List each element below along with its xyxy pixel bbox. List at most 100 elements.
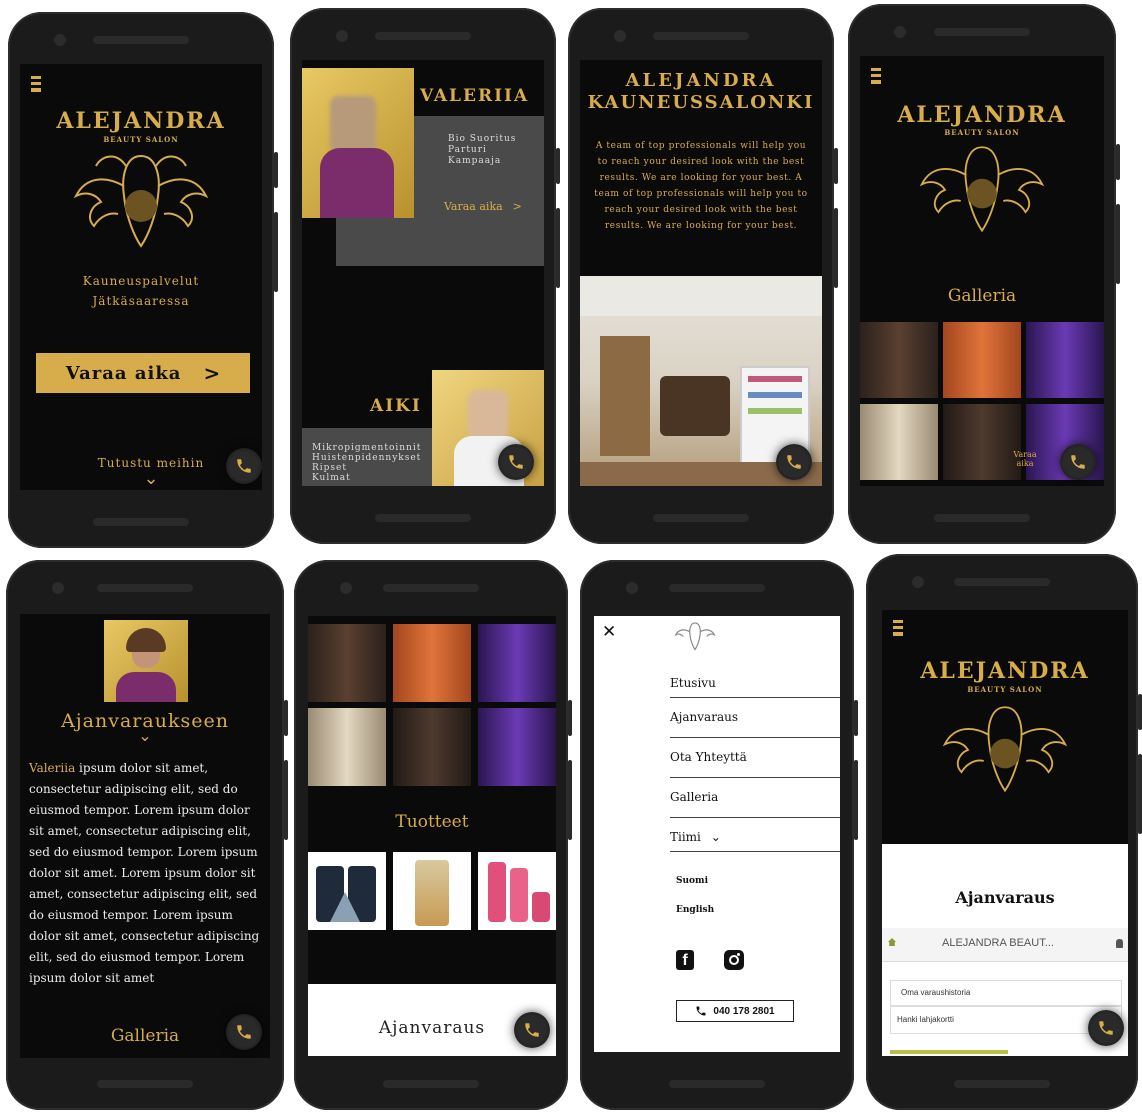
gallery-image-2[interactable]: [393, 624, 471, 702]
phone-icon: [525, 1023, 539, 1037]
close-icon[interactable]: ✕: [602, 622, 616, 642]
home-icon[interactable]: [888, 938, 896, 946]
phone-frame-5: Ajanvaraukseen ⌄ Valeriia ipsum dolor si…: [6, 560, 288, 1110]
book-mini-label[interactable]: Varaa aika: [1010, 450, 1040, 468]
gallery-image-6[interactable]: [478, 708, 556, 786]
aiki-service-3: Ripset: [312, 463, 347, 473]
call-button[interactable]: [226, 1014, 262, 1050]
facebook-icon[interactable]: f: [676, 950, 694, 970]
gallery-screen: ALEJANDRA BEAUTY SALON Galleria Varaa ai…: [860, 56, 1104, 486]
phone-icon: [1099, 1021, 1113, 1035]
products-screen: Tuotteet Ajanvaraus: [308, 616, 556, 1056]
call-button[interactable]: [1088, 1010, 1124, 1046]
aiki-name: AIKI: [370, 396, 422, 416]
phone-frame-4: ALEJANDRA BEAUTY SALON Galleria Varaa ai…: [848, 4, 1120, 544]
menu-item-galleria[interactable]: Galleria: [670, 790, 840, 818]
about-title-line1: ALEJANDRA: [625, 70, 777, 91]
menu-item-tiimi-label: Tiimi: [670, 830, 701, 844]
hamburger-icon[interactable]: [893, 620, 903, 636]
gallery-image-5[interactable]: [393, 708, 471, 786]
gallery-image-4[interactable]: [308, 708, 386, 786]
menu-item-ajanvaraus[interactable]: Ajanvaraus: [670, 710, 840, 738]
hamburger-icon[interactable]: [871, 68, 881, 84]
bio-highlight-name[interactable]: Valeriia: [29, 761, 75, 775]
lang-english[interactable]: English: [676, 905, 714, 915]
lion-emblem-icon: [674, 622, 716, 651]
valeriia-book-link[interactable]: Varaa aika >: [444, 200, 522, 213]
lang-suomi[interactable]: Suomi: [676, 876, 708, 886]
gallery-image-2[interactable]: [943, 322, 1021, 398]
menu-item-etusivu[interactable]: Etusivu: [670, 676, 840, 698]
book-button-label: Varaa aika: [65, 362, 182, 384]
phone-frame-3: ALEJANDRA KAUNEUSSALONKI A team of top p…: [568, 8, 838, 544]
phone-icon: [1071, 455, 1085, 469]
menu-screen: ✕ Etusivu Ajanvaraus Ota Yhteyttä Galler…: [594, 616, 840, 1052]
tagline-line1: Kauneuspalvelut: [82, 274, 200, 288]
aiki-service-4: Kulmat: [312, 473, 351, 483]
book-button[interactable]: Varaa aika >: [36, 353, 250, 393]
scroll-accent: [890, 1050, 1008, 1054]
bio-body: ipsum dolor sit amet, consectetur adipis…: [29, 761, 260, 985]
brand-name: ALEJANDRA: [897, 102, 1067, 128]
phone-frame-8: ALEJANDRA BEAUTY SALON Ajanvaraus ALEJAN…: [866, 554, 1142, 1110]
menu-item-tiimi[interactable]: Tiimi ⌄: [670, 830, 840, 852]
home-screen: ALEJANDRA BEAUTY SALON Kauneuspalvelut J…: [20, 64, 262, 490]
about-description: A team of top professionals will help yo…: [594, 141, 808, 231]
phone-icon: [787, 455, 801, 469]
gallery-image-3[interactable]: [478, 624, 556, 702]
valeriia-name: VALERIIA: [420, 86, 530, 106]
staff-profile-screen: Ajanvaraukseen ⌄ Valeriia ipsum dolor si…: [20, 614, 270, 1058]
lion-emblem-icon: [919, 146, 1045, 233]
phone-frame-6: Tuotteet Ajanvaraus: [294, 560, 572, 1110]
product-image-2[interactable]: [393, 852, 471, 930]
gallery-image-1[interactable]: [308, 624, 386, 702]
booking-title: Ajanvaraus: [955, 888, 1055, 907]
call-button[interactable]: [514, 1012, 550, 1048]
phone-number-button[interactable]: 040 178 2801: [676, 1000, 794, 1022]
phone-icon: [237, 1025, 251, 1039]
menu-item-ota-yhteytta[interactable]: Ota Yhteyttä: [670, 750, 840, 778]
history-link[interactable]: Oma varaushistoria: [890, 980, 1122, 1006]
aiki-service-1: Mikropigmentoinnit: [312, 443, 422, 453]
phone-frame-1: ALEJANDRA BEAUTY SALON Kauneuspalvelut J…: [8, 12, 278, 548]
call-button[interactable]: [776, 444, 812, 480]
phone-number: 040 178 2801: [713, 1005, 775, 1017]
bio-text: Valeriia ipsum dolor sit amet, consectet…: [29, 758, 265, 989]
brand-name: ALEJANDRA: [920, 658, 1090, 684]
giftcard-label: Hanki lahjakortti: [897, 1015, 954, 1024]
brand-subtitle: BEAUTY SALON: [967, 685, 1043, 694]
lion-emblem-icon: [73, 154, 209, 248]
tagline-line2: Jätkäsaaressa: [92, 294, 190, 308]
product-image-3[interactable]: [478, 852, 556, 930]
phone-frame-7: ✕ Etusivu Ajanvaraus Ota Yhteyttä Galler…: [580, 560, 858, 1110]
product-image-1[interactable]: [308, 852, 386, 930]
chevron-down-icon[interactable]: ⌄: [20, 726, 270, 745]
products-title: Tuotteet: [395, 812, 469, 832]
brand-name: ALEJANDRA: [56, 108, 226, 134]
brand-subtitle: BEAUTY SALON: [103, 135, 179, 144]
call-button[interactable]: [498, 444, 534, 480]
call-button[interactable]: [226, 448, 262, 484]
call-button[interactable]: [1060, 444, 1096, 480]
chevron-down-icon: ⌄: [710, 830, 721, 844]
brand-subtitle: BEAUTY SALON: [944, 128, 1020, 137]
phone-icon: [237, 459, 251, 473]
aiki-service-2: Huistenpidennykset: [312, 453, 422, 463]
gallery-image-1[interactable]: [860, 322, 938, 398]
valeriia-book-label: Varaa aika: [444, 200, 503, 213]
instagram-icon[interactable]: [724, 950, 744, 970]
widget-title: ALEJANDRA BEAUT...: [942, 937, 1054, 949]
chevron-down-icon[interactable]: ⌄: [20, 468, 262, 489]
hamburger-icon[interactable]: [31, 76, 41, 92]
lion-emblem-icon: [942, 706, 1068, 793]
valeriia-service-2: Parturi: [448, 145, 487, 155]
gallery-title: Galleria: [947, 286, 1017, 306]
gallery-image-5[interactable]: [943, 404, 1021, 480]
team-screen: VALERIIA Bio Suoritus Parturi Kampaaja V…: [302, 60, 544, 486]
user-icon[interactable]: [1116, 939, 1123, 948]
about-title-line2: KAUNEUSSALONKI: [587, 92, 815, 113]
valeriia-service-3: Kampaaja: [448, 156, 502, 166]
gallery-image-4[interactable]: [860, 404, 938, 480]
gallery-image-3[interactable]: [1026, 322, 1104, 398]
history-label: Oma varaushistoria: [901, 988, 971, 997]
